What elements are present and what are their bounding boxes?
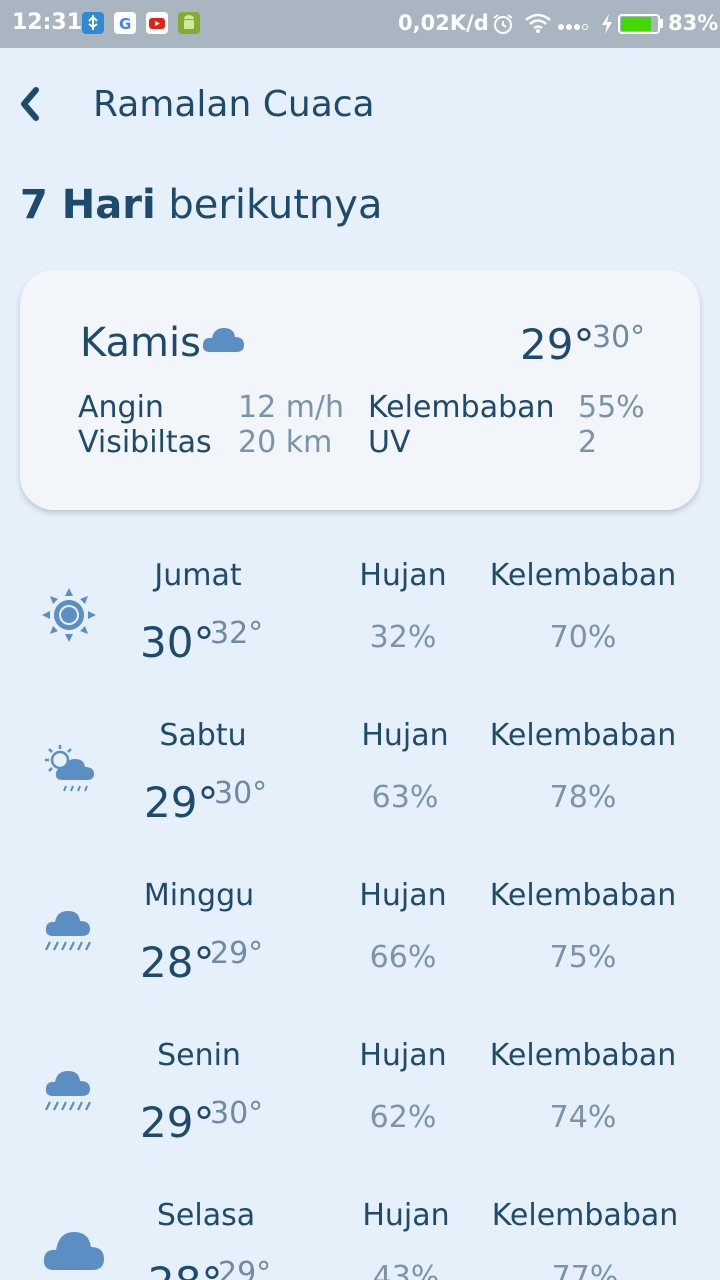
today-card[interactable]: Kamis 29° 30° Angin 12 m/h Kelembaban 55… bbox=[20, 270, 700, 510]
uv-value: 2 bbox=[578, 425, 598, 460]
forecast-temp-secondary: 30° bbox=[214, 776, 268, 811]
signal-icon bbox=[558, 18, 590, 37]
rain-label: Hujan bbox=[359, 558, 447, 593]
rain-value: 66% bbox=[369, 940, 437, 975]
humidity-label: Kelembaban bbox=[489, 878, 677, 913]
battery-icon bbox=[618, 14, 660, 34]
chevron-left-icon bbox=[21, 87, 39, 121]
uv-label: UV bbox=[368, 425, 411, 460]
battery-percent: 83% bbox=[668, 11, 719, 35]
forecast-row[interactable]: Sabtu 29° 30° Hujan 63% Kelembaban 78% bbox=[0, 710, 720, 870]
wind-label: Angin bbox=[78, 390, 164, 425]
sun-cloud-rain-icon bbox=[44, 744, 102, 800]
rain-value: 43% bbox=[372, 1260, 440, 1280]
sun-icon bbox=[40, 586, 98, 648]
section-title-rest: berikutnya bbox=[155, 182, 383, 228]
rain-value: 62% bbox=[369, 1100, 437, 1135]
forecast-temp-main: 29° bbox=[140, 1098, 215, 1147]
forecast-day: Selasa bbox=[156, 1198, 256, 1233]
rain-label: Hujan bbox=[359, 1038, 447, 1073]
cloud-rain-icon bbox=[44, 1064, 96, 1120]
humidity-value: 75% bbox=[549, 940, 617, 975]
rain-label: Hujan bbox=[362, 1198, 450, 1233]
forecast-day: Jumat bbox=[154, 558, 242, 593]
section-title-bold: 7 Hari bbox=[20, 182, 156, 228]
humidity-label: Kelembaban bbox=[489, 558, 677, 593]
forecast-day: Sabtu bbox=[159, 718, 247, 753]
android-icon bbox=[178, 12, 200, 34]
alarm-icon bbox=[491, 12, 515, 40]
humidity-value: 74% bbox=[549, 1100, 617, 1135]
charging-icon bbox=[600, 13, 614, 39]
humidity-label: Kelembaban bbox=[368, 390, 555, 425]
rain-value: 32% bbox=[369, 620, 437, 655]
forecast-temp-main: 30° bbox=[140, 618, 215, 667]
wind-value: 12 m/h bbox=[238, 390, 345, 425]
forecast-temp-secondary: 29° bbox=[210, 936, 264, 971]
forecast-temp-main: 28° bbox=[148, 1258, 222, 1280]
forecast-day: Minggu bbox=[143, 878, 255, 913]
google-icon: G bbox=[114, 12, 136, 34]
today-temp-secondary: 30° bbox=[592, 320, 646, 355]
forecast-row[interactable]: Jumat 30° 32° Hujan 32% Kelembaban 70% bbox=[0, 550, 720, 710]
forecast-row[interactable]: Minggu 28° 29° Hujan 66% Kelembaban 75% bbox=[0, 870, 720, 1030]
rain-value: 63% bbox=[371, 780, 439, 815]
cloud-icon bbox=[42, 1226, 106, 1276]
wifi-icon bbox=[524, 12, 552, 38]
section-title: 7 Hari berikutnya bbox=[20, 182, 382, 228]
humidity-value: 78% bbox=[549, 780, 617, 815]
svg-text:G: G bbox=[119, 15, 131, 33]
network-speed: 0,02K/d bbox=[398, 11, 489, 35]
humidity-value: 70% bbox=[549, 620, 617, 655]
forecast-row[interactable]: Senin 29° 30° Hujan 62% Kelembaban 74% bbox=[0, 1030, 720, 1190]
humidity-label: Kelembaban bbox=[489, 718, 677, 753]
humidity-label: Kelembaban bbox=[491, 1198, 679, 1233]
humidity-label: Kelembaban bbox=[489, 1038, 677, 1073]
rain-label: Hujan bbox=[361, 718, 449, 753]
today-day: Kamis bbox=[80, 320, 201, 366]
forecast-temp-secondary: 29° bbox=[218, 1256, 272, 1280]
today-temp-main: 29° bbox=[520, 320, 595, 369]
visibility-label: Visibiltas bbox=[78, 425, 212, 460]
usb-icon bbox=[82, 12, 104, 34]
visibility-value: 20 km bbox=[238, 425, 333, 460]
humidity-value: 55% bbox=[578, 390, 645, 425]
back-button[interactable] bbox=[14, 84, 50, 124]
page-title: Ramalan Cuaca bbox=[93, 84, 375, 125]
cloud-icon bbox=[202, 324, 246, 354]
forecast-temp-secondary: 30° bbox=[210, 1096, 264, 1131]
forecast-temp-main: 29° bbox=[144, 778, 219, 827]
forecast-day: Senin bbox=[157, 1038, 241, 1073]
status-time: 12:31 bbox=[12, 10, 83, 35]
status-bar: 12:31 G 0,02K/d 83% bbox=[0, 0, 720, 48]
youtube-icon bbox=[146, 12, 168, 34]
forecast-temp-main: 28° bbox=[140, 938, 215, 987]
forecast-row[interactable]: Selasa 28° 29° Hujan 43% Kelembaban 77% bbox=[0, 1190, 720, 1280]
rain-label: Hujan bbox=[359, 878, 447, 913]
humidity-value: 77% bbox=[551, 1260, 619, 1280]
cloud-rain-icon bbox=[44, 904, 96, 960]
forecast-temp-secondary: 32° bbox=[210, 616, 264, 651]
